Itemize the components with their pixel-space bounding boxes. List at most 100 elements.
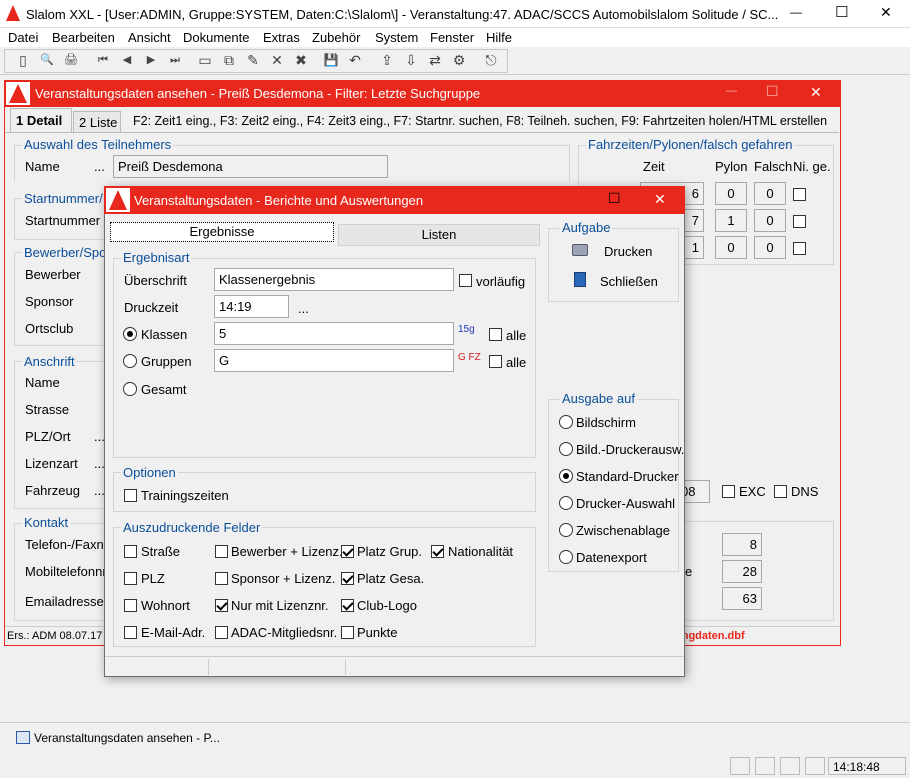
stat-28-field[interactable]: 28 xyxy=(722,560,762,583)
feld-platz-grup-checkbox[interactable] xyxy=(341,545,354,558)
menu-fenster[interactable]: Fenster xyxy=(430,30,474,45)
klassen-select-icon[interactable]: 15g xyxy=(458,324,475,335)
menu-hilfe[interactable]: Hilfe xyxy=(486,30,512,45)
klassen-radio[interactable] xyxy=(123,327,137,341)
mobil-label: Mobiltelefonnr xyxy=(25,564,107,579)
menu-ansicht[interactable]: Ansicht xyxy=(128,30,171,45)
gruppen-input[interactable]: G xyxy=(214,349,454,372)
import-icon[interactable]: ⇩ xyxy=(402,51,420,69)
save-icon[interactable]: 💾 xyxy=(322,51,340,69)
klassen-input[interactable]: 5 xyxy=(214,322,454,345)
exit-icon[interactable]: ⎋ xyxy=(482,51,500,69)
name-dots[interactable]: ... xyxy=(94,159,105,174)
dns-checkbox[interactable] xyxy=(774,485,787,498)
next-icon[interactable]: ▶ xyxy=(142,51,160,69)
copy-icon[interactable]: ⧉ xyxy=(220,51,238,69)
feld-platz-gesa-checkbox[interactable] xyxy=(341,572,354,585)
falsch-1-field[interactable]: 0 xyxy=(754,182,786,205)
pylon-3-field[interactable]: 0 xyxy=(715,236,747,259)
close-button[interactable]: ✕ xyxy=(880,4,892,21)
stat-8-field[interactable]: 8 xyxy=(722,533,762,556)
dialog-maximize-button[interactable]: ☐ xyxy=(608,190,621,207)
klassen-alle-checkbox[interactable] xyxy=(489,328,502,341)
feld-nationalitaet-checkbox[interactable] xyxy=(431,545,444,558)
stat-63-field[interactable]: 63 xyxy=(722,587,762,610)
tab-ergebnisse[interactable]: Ergebnisse xyxy=(110,222,334,242)
pylon-2-field[interactable]: 1 xyxy=(715,209,747,232)
details-close-button[interactable]: ✕ xyxy=(810,84,822,101)
pylon-1-field[interactable]: 0 xyxy=(715,182,747,205)
details-maximize-button[interactable]: ☐ xyxy=(766,83,779,100)
tab-listen[interactable]: Listen xyxy=(338,224,540,246)
feld-plz-checkbox[interactable] xyxy=(124,572,137,585)
new-icon[interactable]: ▭ xyxy=(196,51,214,69)
feld-email-checkbox[interactable] xyxy=(124,626,137,639)
export-icon[interactable]: ⇪ xyxy=(378,51,396,69)
schliessen-button[interactable]: Schließen xyxy=(600,274,658,289)
page-icon[interactable]: ▯ xyxy=(14,51,32,69)
name-field[interactable]: Preiß Desdemona xyxy=(113,155,388,178)
druckzeit-input[interactable]: 14:19 xyxy=(214,295,289,318)
ueberschrift-input[interactable]: Klassenergebnis xyxy=(214,268,454,291)
drucken-button[interactable]: Drucken xyxy=(604,244,652,259)
trainingszeiten-checkbox[interactable] xyxy=(124,489,137,502)
nige-1-checkbox[interactable] xyxy=(793,188,806,201)
menu-zubehoer[interactable]: Zubehör xyxy=(312,30,360,45)
sync-icon[interactable]: ⇄ xyxy=(426,51,444,69)
feld-lizenznr-checkbox[interactable] xyxy=(215,599,228,612)
prev-icon[interactable]: ◀ xyxy=(118,51,136,69)
minimize-button[interactable]: — xyxy=(790,5,802,19)
page-print-icon[interactable]: 🖨 xyxy=(62,51,80,69)
tab-detail[interactable]: 1 Detail xyxy=(10,108,72,132)
ausgabe-drucker-auswahl-radio[interactable] xyxy=(559,496,573,510)
ausgabe-datenexport-radio[interactable] xyxy=(559,550,573,564)
edit-icon[interactable]: ✎ xyxy=(244,51,262,69)
ausgabe-bild-drucker-radio[interactable] xyxy=(559,442,573,456)
feld-club-logo-checkbox[interactable] xyxy=(341,599,354,612)
ausgabe-zwischenablage-radio[interactable] xyxy=(559,523,573,537)
settings-icon[interactable]: ⚙ xyxy=(450,51,468,69)
status-right: ungdaten.dbf xyxy=(675,630,745,642)
feld-punkte-checkbox[interactable] xyxy=(341,626,354,639)
feld-adac-checkbox[interactable] xyxy=(215,626,228,639)
undo-icon[interactable]: ↶ xyxy=(346,51,364,69)
first-icon[interactable]: ⏮ xyxy=(94,51,112,69)
app-titlebar: Slalom XXL - [User:ADMIN, Gruppe:SYSTEM,… xyxy=(0,0,910,28)
falsch-2-field[interactable]: 0 xyxy=(754,209,786,232)
falsch-3-field[interactable]: 0 xyxy=(754,236,786,259)
gruppen-select-icon[interactable]: G FZ xyxy=(458,352,481,363)
feld-sponsor-checkbox[interactable] xyxy=(215,572,228,585)
feld-strasse-checkbox[interactable] xyxy=(124,545,137,558)
dns-label: DNS xyxy=(791,484,819,499)
dialog-close-button[interactable]: ✕ xyxy=(654,191,666,208)
ausgabe-bildschirm-radio[interactable] xyxy=(559,415,573,429)
druckzeit-dots-button[interactable]: ... xyxy=(298,301,309,316)
feld-wohnort-checkbox[interactable] xyxy=(124,599,137,612)
feld-bewerber-label: Bewerber + Lizenz. xyxy=(231,544,343,559)
nige-3-checkbox[interactable] xyxy=(793,242,806,255)
details-window-title: Veranstaltungsdaten ansehen - Preiß Desd… xyxy=(35,86,481,101)
taskbar-item[interactable]: Veranstaltungsdaten ansehen - P... xyxy=(12,728,226,748)
menu-extras[interactable]: Extras xyxy=(263,30,300,45)
nige-2-checkbox[interactable] xyxy=(793,215,806,228)
gruppen-alle-checkbox[interactable] xyxy=(489,355,502,368)
gruppen-radio[interactable] xyxy=(123,354,137,368)
delete-icon[interactable]: ✕ xyxy=(268,51,286,69)
menu-dokumente[interactable]: Dokumente xyxy=(183,30,249,45)
delete-all-icon[interactable]: ✖ xyxy=(292,51,310,69)
menu-bearbeiten[interactable]: Bearbeiten xyxy=(52,30,115,45)
ausgabe-bild-drucker-label: Bild.-Druckerausw. xyxy=(576,442,685,457)
menu-system[interactable]: System xyxy=(375,30,418,45)
tab-liste[interactable]: 2 Liste xyxy=(73,111,121,132)
menu-datei[interactable]: Datei xyxy=(8,30,38,45)
gesamt-radio[interactable] xyxy=(123,382,137,396)
exc-checkbox[interactable] xyxy=(722,485,735,498)
feld-bewerber-checkbox[interactable] xyxy=(215,545,228,558)
telefon-label: Telefon-/Faxnr xyxy=(25,537,109,552)
vorlaeufig-checkbox[interactable] xyxy=(459,274,472,287)
details-minimize-button[interactable]: — xyxy=(726,85,737,97)
last-icon[interactable]: ⏭ xyxy=(166,51,184,69)
page-search-icon[interactable]: 🔍 xyxy=(38,51,56,69)
maximize-button[interactable]: ☐ xyxy=(835,3,848,21)
ausgabe-standard-drucker-radio[interactable] xyxy=(559,469,573,483)
